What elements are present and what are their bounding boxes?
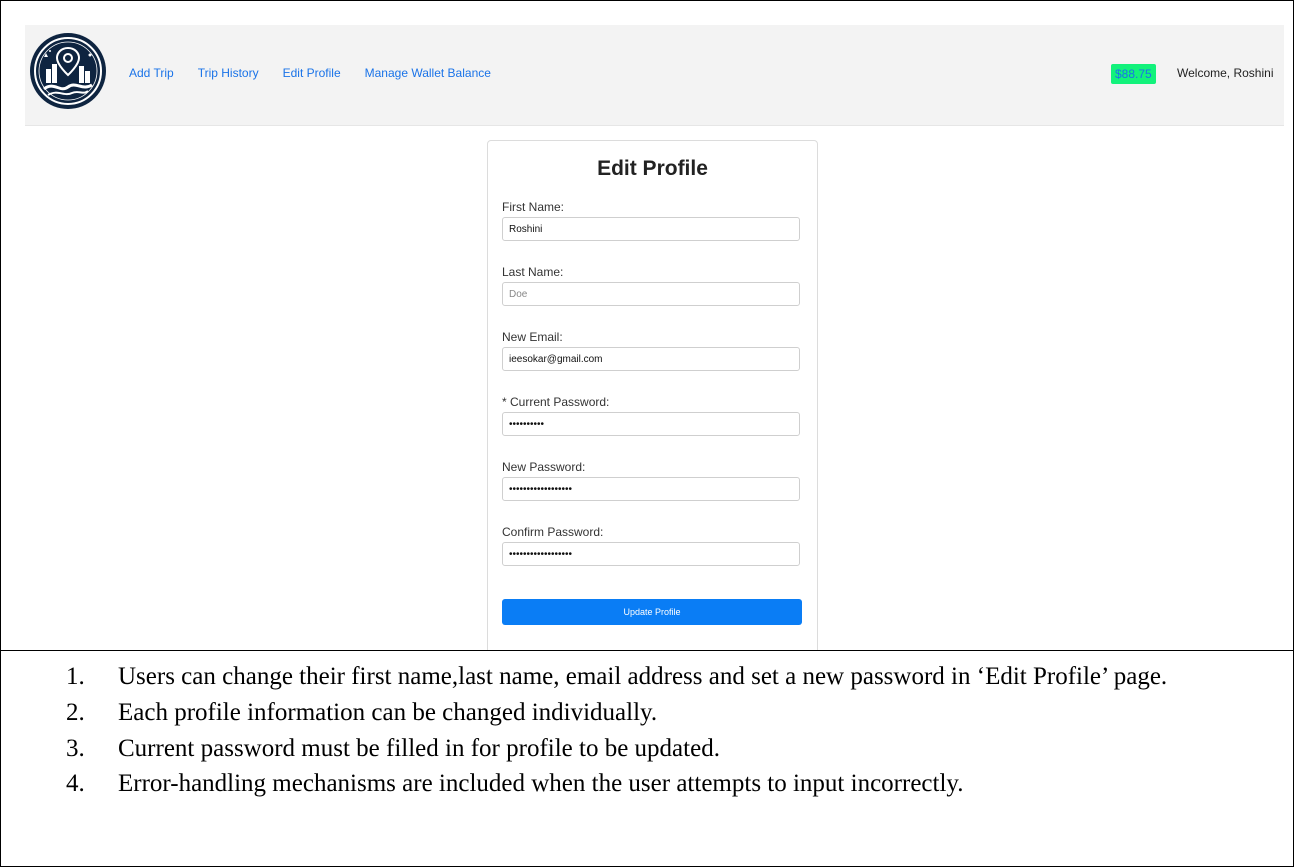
- current-password-input[interactable]: [502, 412, 800, 436]
- feature-notes-list: 1. Users can change their first name,last…: [56, 660, 1276, 803]
- nav-manage-wallet-link[interactable]: Manage Wallet Balance: [365, 66, 491, 80]
- city-map-pin-logo-icon[interactable]: [30, 33, 106, 109]
- note-text: Current password must be filled in for p…: [118, 734, 720, 762]
- first-name-label: First Name:: [502, 200, 565, 214]
- note-number: 1.: [66, 663, 85, 690]
- new-password-input[interactable]: [502, 477, 800, 501]
- note-item: 3. Current password must be filled in for…: [56, 732, 1276, 766]
- confirm-password-input[interactable]: [502, 542, 800, 566]
- last-name-label: Last Name:: [502, 265, 564, 279]
- nav-add-trip-link[interactable]: Add Trip: [129, 66, 174, 80]
- new-email-label: New Email:: [502, 330, 563, 344]
- note-item: 4. Error-handling mechanisms are included…: [56, 767, 1276, 801]
- note-number: 3.: [66, 734, 85, 762]
- current-password-label: * Current Password:: [502, 395, 610, 409]
- note-text: Each profile information can be changed …: [118, 698, 658, 726]
- note-number: 4.: [66, 770, 85, 798]
- last-name-input[interactable]: [502, 282, 800, 306]
- top-navbar: Add Trip Trip History Edit Profile Manag…: [25, 25, 1284, 126]
- new-email-input[interactable]: [502, 347, 800, 371]
- update-profile-button[interactable]: Update Profile: [502, 599, 802, 625]
- form-title: Edit Profile: [597, 157, 708, 180]
- note-item: 1. Users can change their first name,last…: [56, 660, 1276, 694]
- wallet-balance-badge[interactable]: $88.75: [1111, 64, 1156, 84]
- note-item: 2. Each profile information can be change…: [56, 696, 1276, 730]
- welcome-text: Welcome, Roshini: [1177, 66, 1274, 80]
- confirm-password-label: Confirm Password:: [502, 525, 604, 539]
- note-text: Users can change their first name,last n…: [118, 663, 1168, 690]
- section-divider: [0, 650, 1294, 651]
- nav-edit-profile-link[interactable]: Edit Profile: [283, 66, 341, 80]
- nav-trip-history-link[interactable]: Trip History: [198, 66, 259, 80]
- app-screenshot: Add Trip Trip History Edit Profile Manag…: [1, 1, 1293, 650]
- new-password-label: New Password:: [502, 460, 586, 474]
- first-name-input[interactable]: [502, 217, 800, 241]
- note-number: 2.: [66, 698, 85, 726]
- note-text: Error-handling mechanisms are included w…: [118, 770, 964, 798]
- nav-links: Add Trip Trip History Edit Profile Manag…: [129, 66, 491, 80]
- edit-profile-form: Edit Profile First Name: Last Name: New …: [487, 140, 818, 650]
